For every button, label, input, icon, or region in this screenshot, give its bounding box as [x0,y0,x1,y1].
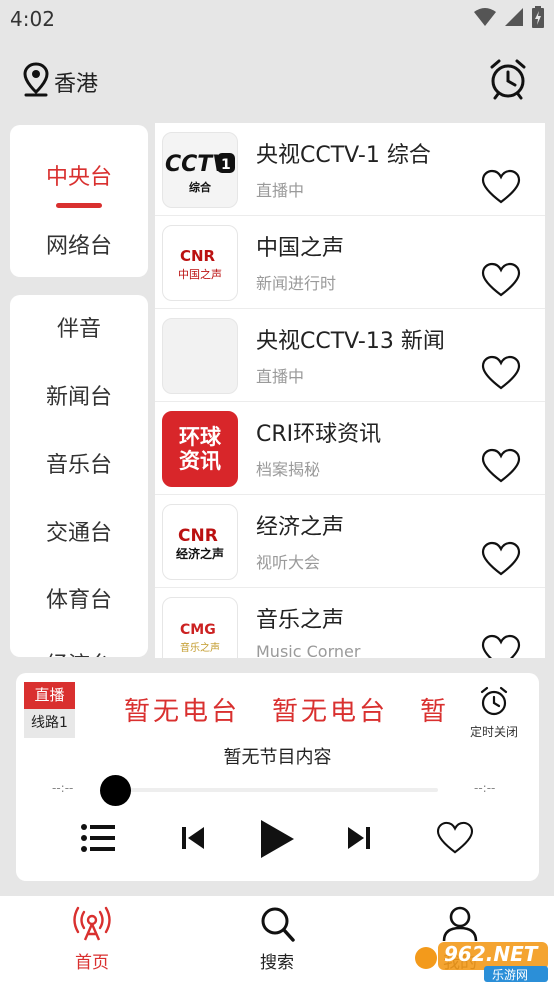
cnr-voice-logo-caption: 中国之声 [178,268,222,281]
marquee-text: 暂无电台 [124,697,241,727]
favorite-heart-icon[interactable] [481,355,521,391]
cnr-logo: CNR [178,526,218,545]
station-logo-cmg: CMG 音乐之声 [162,597,238,658]
station-name: 央视CCTV-1 综合 [256,143,431,168]
favorite-heart-icon[interactable] [481,634,521,658]
svg-text:CMG: CMG [180,622,216,638]
location-pin-icon[interactable] [22,62,50,98]
active-category-indicator [56,203,102,208]
radio-signal-icon [73,906,111,941]
category-group-secondary: 伴音 新闻台 音乐台 交通台 体育台 经济台 [10,295,148,657]
progress-thumb[interactable] [100,775,131,806]
svg-text:CNR: CNR [180,247,216,265]
category-sports[interactable]: 体育台 [10,582,148,614]
sleep-timer-label: 定时关闭 [469,725,518,739]
sleep-timer-button[interactable]: 定时关闭 [463,685,525,740]
watermark-subtext: 乐游网 [492,968,529,982]
station-program: 视听大会 [256,553,321,572]
nav-search[interactable]: 搜索 [237,906,317,973]
category-economy[interactable]: 经济台 [10,647,148,657]
station-item[interactable]: 环球资讯 CRI环球资讯 档案揭秘 [155,402,545,495]
favorite-heart-icon[interactable] [481,169,521,205]
status-bar: 4:02 [0,0,554,40]
station-logo-cnr: CNR 中国之声 [162,225,238,301]
station-logo-cri: 环球资讯 [162,411,238,487]
station-program: 直播中 [256,181,305,200]
category-music[interactable]: 音乐台 [10,447,148,479]
category-traffic[interactable]: 交通台 [10,515,148,547]
station-program: 档案揭秘 [256,460,321,479]
station-item[interactable]: CCTV 1 综合 央视CCTV-1 综合 直播中 [155,123,545,216]
station-program: 新闻进行时 [256,274,337,293]
wifi-icon [474,8,496,26]
elapsed-time: --:-- [52,781,74,795]
category-network[interactable]: 网络台 [10,228,148,260]
favorite-heart-icon[interactable] [436,821,474,855]
total-time: --:-- [474,781,496,795]
battery-icon [532,6,544,28]
favorite-heart-icon[interactable] [481,262,521,298]
progress-track[interactable] [114,788,438,792]
favorite-heart-icon[interactable] [481,541,521,577]
cmg-logo-caption: 音乐之声 [180,642,220,654]
line-selector[interactable]: 线路1 [24,709,75,738]
cnr-logo: CNR [180,247,216,265]
search-icon [261,907,295,942]
station-logo-placeholder [162,318,238,394]
signal-icon [505,8,523,26]
top-bar: 香港 [0,48,554,114]
station-item[interactable]: CNR 中国之声 中国之声 新闻进行时 [155,216,545,309]
nav-home-label: 首页 [75,953,109,973]
player-panel: 直播 线路1 暂无电台 暂无电台 暂无电台 定时关闭 暂无节目内容 --:-- --… [16,673,539,881]
location-label[interactable]: 香港 [54,66,98,98]
cri-logo-text: 环球资讯 [179,425,221,473]
marquee-text: 暂无电台 [420,697,449,727]
station-marquee: 暂无电台 暂无电台 暂无电台 [124,691,449,731]
playlist-icon[interactable] [80,821,116,855]
station-name: 中国之声 [256,236,345,261]
station-name: CRI环球资讯 [256,422,382,447]
watermark-logo: 962.NET 乐游网 [414,936,550,982]
cctv1-logo: CCTV 1 [165,152,235,177]
marquee-text: 暂无电台 [272,697,389,727]
nav-search-label: 搜索 [260,953,294,973]
alarm-clock-icon [480,686,508,716]
station-item[interactable]: CMG 音乐之声 音乐之声 Music Corner [155,588,545,658]
watermark-text: 962.NET [444,942,538,966]
station-item[interactable]: CNR 经济之声 经济之声 视听大会 [155,495,545,588]
station-program: Music Corner [256,642,361,658]
station-name: 央视CCTV-13 新闻 [256,329,445,354]
play-icon[interactable] [258,817,296,861]
station-list: CCTV 1 综合 央视CCTV-1 综合 直播中 CNR 中国之声 中国之声 … [155,123,545,658]
next-icon[interactable] [346,821,372,855]
station-logo-cctv1: CCTV 1 综合 [162,132,238,208]
favorite-heart-icon[interactable] [481,448,521,484]
cmg-logo: CMG [180,622,216,638]
category-central[interactable]: 中央台 [10,159,148,191]
station-name: 经济之声 [256,515,345,540]
station-name: 音乐之声 [256,608,345,633]
station-logo-cnr-economy: CNR 经济之声 [162,504,238,580]
svg-text:1: 1 [221,157,231,173]
nav-home[interactable]: 首页 [52,906,132,973]
station-program: 直播中 [256,367,305,386]
category-group-primary: 中央台 网络台 [10,125,148,277]
cnr-economy-logo-caption: 经济之声 [175,546,224,561]
previous-icon[interactable] [180,821,206,855]
status-icons [474,6,544,28]
svg-text:CNR: CNR [178,526,218,545]
live-badge: 直播 [24,682,75,709]
cctv1-logo-caption: 综合 [189,181,211,194]
station-item[interactable]: 央视CCTV-13 新闻 直播中 [155,309,545,402]
program-title: 暂无节目内容 [223,747,332,768]
category-accompany[interactable]: 伴音 [10,311,148,343]
status-time: 4:02 [10,7,55,31]
category-news[interactable]: 新闻台 [10,379,148,411]
alarm-clock-icon[interactable] [488,58,528,100]
